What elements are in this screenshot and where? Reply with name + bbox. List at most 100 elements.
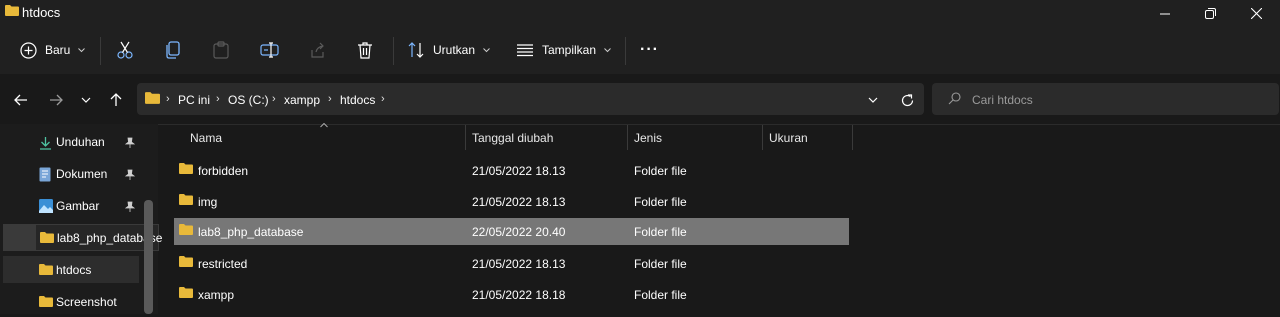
view-label: Tampilkan xyxy=(542,43,597,57)
folder-icon xyxy=(179,256,193,267)
title-bar xyxy=(0,0,1280,27)
table-row[interactable]: img 21/05/2022 18.13 Folder file xyxy=(174,188,849,215)
column-divider[interactable] xyxy=(627,125,628,150)
window-title: htdocs xyxy=(22,5,61,20)
sort-button[interactable]: Urutkan xyxy=(408,35,490,65)
forward-button[interactable] xyxy=(44,88,68,112)
address-history-button[interactable] xyxy=(861,88,885,112)
sort-label: Urutkan xyxy=(433,43,476,57)
pin-icon xyxy=(125,169,135,180)
divider xyxy=(393,37,394,65)
minimize-icon xyxy=(1160,13,1170,14)
restore-button[interactable] xyxy=(1187,0,1233,27)
sidebar-item-pictures[interactable]: Gambar xyxy=(0,191,158,221)
folder-icon xyxy=(5,5,19,16)
sidebar-item-label: Unduhan xyxy=(56,135,105,149)
column-divider[interactable] xyxy=(852,125,853,150)
file-name: forbidden xyxy=(198,164,249,178)
folder-icon xyxy=(179,224,193,235)
more-options-button[interactable]: ··· xyxy=(640,35,659,65)
arrow-up-icon xyxy=(110,93,122,106)
sidebar-item-downloads[interactable]: Unduhan xyxy=(0,127,158,157)
scissors-icon xyxy=(117,41,133,59)
sidebar-item-screenshot[interactable]: Screenshot xyxy=(0,287,140,317)
new-button[interactable]: Baru xyxy=(20,35,86,65)
chevron-right-icon: › xyxy=(216,93,220,105)
sort-ascending-icon xyxy=(320,123,328,128)
minimize-button[interactable] xyxy=(1142,0,1188,27)
refresh-button[interactable] xyxy=(895,88,919,112)
pin-icon xyxy=(125,201,135,212)
document-icon xyxy=(39,167,51,182)
file-type: Folder file xyxy=(634,257,687,271)
back-button[interactable] xyxy=(9,88,33,112)
file-date: 22/05/2022 20.40 xyxy=(472,225,566,239)
chevron-down-icon xyxy=(604,47,611,52)
folder-icon xyxy=(179,163,193,174)
file-name: xampp xyxy=(198,288,235,302)
arrow-left-icon xyxy=(14,94,27,106)
picture-icon xyxy=(39,199,53,213)
recent-locations-button[interactable] xyxy=(74,88,98,112)
file-date: 21/05/2022 18.13 xyxy=(472,257,566,271)
column-header-date[interactable]: Tanggal diubah xyxy=(472,131,553,145)
file-name: lab8_php_database xyxy=(198,225,304,239)
search-icon xyxy=(948,92,961,105)
column-header-type[interactable]: Jenis xyxy=(634,131,662,145)
sidebar-item-documents[interactable]: Dokumen xyxy=(0,159,158,189)
column-divider[interactable] xyxy=(465,125,466,150)
file-type: Folder file xyxy=(634,164,687,178)
cut-button[interactable] xyxy=(116,35,134,65)
chevron-right-icon: › xyxy=(381,93,385,105)
rename-icon xyxy=(260,42,279,58)
view-list-icon xyxy=(517,44,533,57)
table-row[interactable]: xampp 21/05/2022 18.18 Folder file xyxy=(174,281,849,308)
chevron-right-icon: › xyxy=(328,93,332,105)
paste-icon xyxy=(213,41,229,59)
column-header-name[interactable]: Nama xyxy=(190,131,222,145)
sidebar-hover-highlight xyxy=(3,224,39,251)
rename-button[interactable] xyxy=(260,35,279,65)
chevron-down-icon xyxy=(868,97,878,103)
sidebar-item-lab8-tooltip[interactable]: lab8_php_database xyxy=(35,224,162,251)
chevron-right-icon: › xyxy=(272,93,276,105)
sidebar-scrollbar[interactable] xyxy=(144,200,153,314)
copy-button[interactable] xyxy=(165,35,181,65)
arrow-right-icon xyxy=(50,94,63,106)
folder-icon xyxy=(39,296,53,307)
delete-button[interactable] xyxy=(357,35,373,65)
restore-icon xyxy=(1204,8,1216,19)
share-button[interactable] xyxy=(309,35,326,65)
copy-icon xyxy=(166,41,180,59)
sidebar-item-label: Gambar xyxy=(56,199,100,213)
paste-button[interactable] xyxy=(213,35,229,65)
chevron-down-icon xyxy=(81,97,91,103)
divider xyxy=(625,37,626,65)
table-row[interactable]: forbidden 21/05/2022 18.13 Folder file xyxy=(174,157,849,184)
breadcrumb-xampp[interactable]: xampp xyxy=(284,93,320,107)
file-date: 21/05/2022 18.13 xyxy=(472,195,566,209)
close-button[interactable] xyxy=(1233,0,1279,27)
file-type: Folder file xyxy=(634,225,687,239)
column-header-size[interactable]: Ukuran xyxy=(769,131,808,145)
folder-icon xyxy=(179,194,193,205)
table-row[interactable]: restricted 21/05/2022 18.13 Folder file xyxy=(174,250,849,277)
new-icon xyxy=(20,41,37,59)
view-button[interactable]: Tampilkan xyxy=(516,35,611,65)
up-button[interactable] xyxy=(104,88,128,112)
sidebar-item-label: htdocs xyxy=(56,263,92,277)
chevron-right-icon: › xyxy=(166,93,170,105)
sidebar-item-label: Dokumen xyxy=(56,167,108,181)
sidebar-item-label: Screenshot xyxy=(56,295,117,309)
chevron-down-icon xyxy=(483,47,490,52)
breadcrumb-pc[interactable]: PC ini xyxy=(178,93,210,107)
table-row-selected[interactable]: lab8_php_database 22/05/2022 20.40 Folde… xyxy=(174,218,849,245)
file-name: img xyxy=(198,195,218,209)
pin-icon xyxy=(125,137,135,148)
breadcrumb-drive[interactable]: OS (C:) xyxy=(228,93,269,107)
file-type: Folder file xyxy=(634,288,687,302)
column-divider[interactable] xyxy=(762,125,763,150)
breadcrumb-htdocs[interactable]: htdocs xyxy=(340,93,375,107)
sidebar-item-htdocs[interactable]: htdocs xyxy=(3,256,139,283)
folder-icon xyxy=(145,92,160,104)
